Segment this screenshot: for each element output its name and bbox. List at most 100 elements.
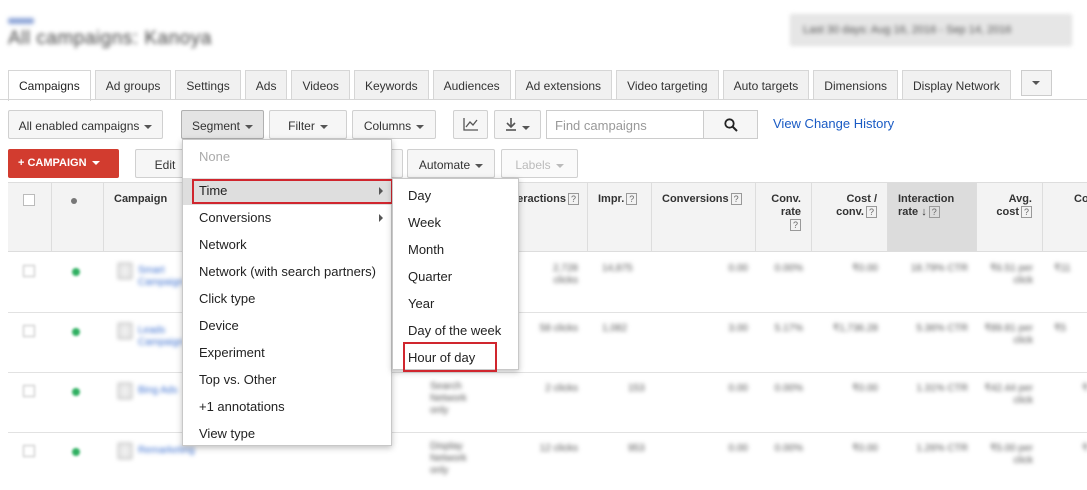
segment-device[interactable]: Device — [183, 313, 391, 340]
cell-conversions: 0.00 — [728, 383, 748, 394]
time-quarter[interactable]: Quarter — [393, 264, 518, 291]
column-co[interactable]: Co — [1074, 193, 1087, 206]
chevron-down-icon — [144, 124, 153, 129]
campaign-name[interactable]: Bing Ads — [138, 385, 188, 397]
filter-button[interactable]: Filter — [269, 110, 347, 139]
table-row[interactable]: Smart Campaign 2,728 clicks 14,875 0.00 … — [8, 253, 1087, 313]
chevron-down-icon — [522, 125, 530, 130]
campaign-type-icon — [118, 263, 132, 279]
column-campaign[interactable]: Campaign — [114, 193, 167, 206]
cell-cost-conv: ₹1,736.28 — [832, 323, 878, 334]
tab-bar: Campaigns Ad groups Settings Ads Videos … — [8, 70, 1015, 101]
segment-conversions[interactable]: Conversions — [183, 205, 391, 232]
segment-button[interactable]: Segment — [181, 110, 264, 139]
chevron-down-icon — [1032, 81, 1040, 85]
row-checkbox[interactable] — [23, 325, 35, 337]
cell-conversions: 0.00 — [728, 263, 748, 274]
column-conversions[interactable]: Conversions? — [662, 193, 742, 206]
select-all-checkbox[interactable] — [23, 194, 35, 206]
tab-ad-extensions[interactable]: Ad extensions — [514, 70, 613, 100]
column-divider — [887, 183, 888, 251]
search-input[interactable]: Find campaigns — [546, 110, 703, 139]
cell-interaction-rate: 1.26% CTR — [916, 443, 968, 454]
view-change-history-link[interactable]: View Change History — [773, 116, 894, 131]
campaign-name[interactable]: Leads Campaign — [138, 325, 184, 349]
campaign-status-filter[interactable]: All enabled campaigns — [8, 110, 163, 139]
table-row[interactable]: Leads Campaign 58 clicks 1,082 3.00 5.17… — [8, 313, 1087, 373]
cell-cost-conv: ₹0.00 — [852, 443, 878, 454]
cell-avg-cost: ₹6.51 per click — [989, 263, 1033, 286]
tab-campaigns[interactable]: Campaigns — [8, 70, 91, 101]
tab-audiences[interactable]: Audiences — [432, 70, 511, 100]
segment-top-vs-other[interactable]: Top vs. Other — [183, 367, 391, 394]
cell-conv-rate: 5.17% — [774, 323, 803, 334]
chevron-right-icon — [379, 214, 383, 222]
cell-interactions: 12 clicks — [539, 443, 578, 454]
chart-toggle-button[interactable] — [453, 110, 488, 139]
tab-videos[interactable]: Videos — [291, 70, 350, 100]
tab-ad-groups[interactable]: Ad groups — [94, 70, 172, 100]
more-tabs-button[interactable] — [1021, 70, 1052, 96]
cell-avg-cost: ₹42.44 per click — [984, 383, 1033, 406]
chevron-down-icon — [555, 163, 564, 168]
segment-view-type[interactable]: View type — [183, 421, 391, 448]
segment-click-type[interactable]: Click type — [183, 286, 391, 313]
segment-plus1-annotations[interactable]: +1 annotations — [183, 394, 391, 421]
time-day-of-week[interactable]: Day of the week — [393, 318, 518, 345]
column-avg-cost[interactable]: Avg. cost? — [986, 193, 1032, 219]
status-dot — [72, 388, 80, 396]
time-day[interactable]: Day — [393, 183, 518, 210]
time-month[interactable]: Month — [393, 237, 518, 264]
cell-interaction-rate: 5.36% CTR — [916, 323, 968, 334]
row-checkbox[interactable] — [23, 385, 35, 397]
cell-avg-cost: ₹5.00 per click — [989, 443, 1033, 466]
column-divider — [51, 183, 52, 251]
column-interaction-rate[interactable]: Interaction rate ↓? — [898, 193, 974, 219]
column-divider — [587, 183, 588, 251]
table-header: Campaign Interactions? Impr.? Conversion… — [8, 182, 1087, 252]
tab-divider — [0, 99, 1087, 100]
tab-settings[interactable]: Settings — [175, 70, 241, 100]
columns-button[interactable]: Columns — [352, 110, 436, 139]
tab-dimensions[interactable]: Dimensions — [813, 70, 898, 100]
time-highlight-box — [192, 179, 393, 204]
cell-co: ₹ — [1082, 383, 1087, 394]
segment-network-search-partners[interactable]: Network (with search partners) — [183, 259, 391, 286]
tab-keywords[interactable]: Keywords — [353, 70, 429, 100]
cell-cost-conv: ₹0.00 — [852, 263, 878, 274]
download-button[interactable] — [494, 110, 541, 139]
cell-interactions: 2 clicks — [545, 383, 578, 394]
date-range-selector[interactable]: Last 30 days: Aug 16, 2016 - Sep 14, 201… — [790, 14, 1072, 46]
labels-button[interactable]: Labels — [501, 149, 578, 178]
row-checkbox[interactable] — [23, 265, 35, 277]
cell-interaction-rate: 1.31% CTR — [916, 383, 968, 394]
table-row[interactable]: Remarketing Display Network only 12 clic… — [8, 433, 1087, 490]
time-year[interactable]: Year — [393, 291, 518, 318]
automate-button[interactable]: Automate — [407, 149, 495, 178]
tab-video-targeting[interactable]: Video targeting — [616, 70, 719, 100]
campaign-name[interactable]: Smart Campaign — [138, 265, 184, 289]
status-dot — [72, 448, 80, 456]
tab-display-network[interactable]: Display Network — [902, 70, 1011, 100]
table-row[interactable]: Bing Ads Search Network only 2 clicks 15… — [8, 373, 1087, 433]
cell-cost-conv: ₹0.00 — [852, 383, 878, 394]
time-week[interactable]: Week — [393, 210, 518, 237]
column-cost-conv[interactable]: Cost / conv.? — [820, 193, 877, 219]
cell-co: ₹11 — [1054, 263, 1071, 274]
search-button[interactable] — [703, 110, 758, 139]
chevron-down-icon — [245, 124, 254, 129]
tab-ads[interactable]: Ads — [244, 70, 288, 100]
segment-experiment[interactable]: Experiment — [183, 340, 391, 367]
cell-interactions: 2,728 clicks — [552, 263, 578, 286]
column-divider — [651, 183, 652, 251]
column-impr[interactable]: Impr.? — [598, 193, 638, 206]
chevron-down-icon — [91, 161, 100, 166]
column-conv-rate[interactable]: Conv. rate? — [763, 193, 801, 232]
add-campaign-button[interactable]: + CAMPAIGN — [8, 149, 119, 178]
row-checkbox[interactable] — [23, 445, 35, 457]
segment-none[interactable]: None — [183, 144, 391, 171]
cell-conversions: 3.00 — [728, 323, 748, 334]
tab-auto-targets[interactable]: Auto targets — [722, 70, 810, 100]
segment-network[interactable]: Network — [183, 232, 391, 259]
campaign-type-icon — [118, 323, 132, 339]
